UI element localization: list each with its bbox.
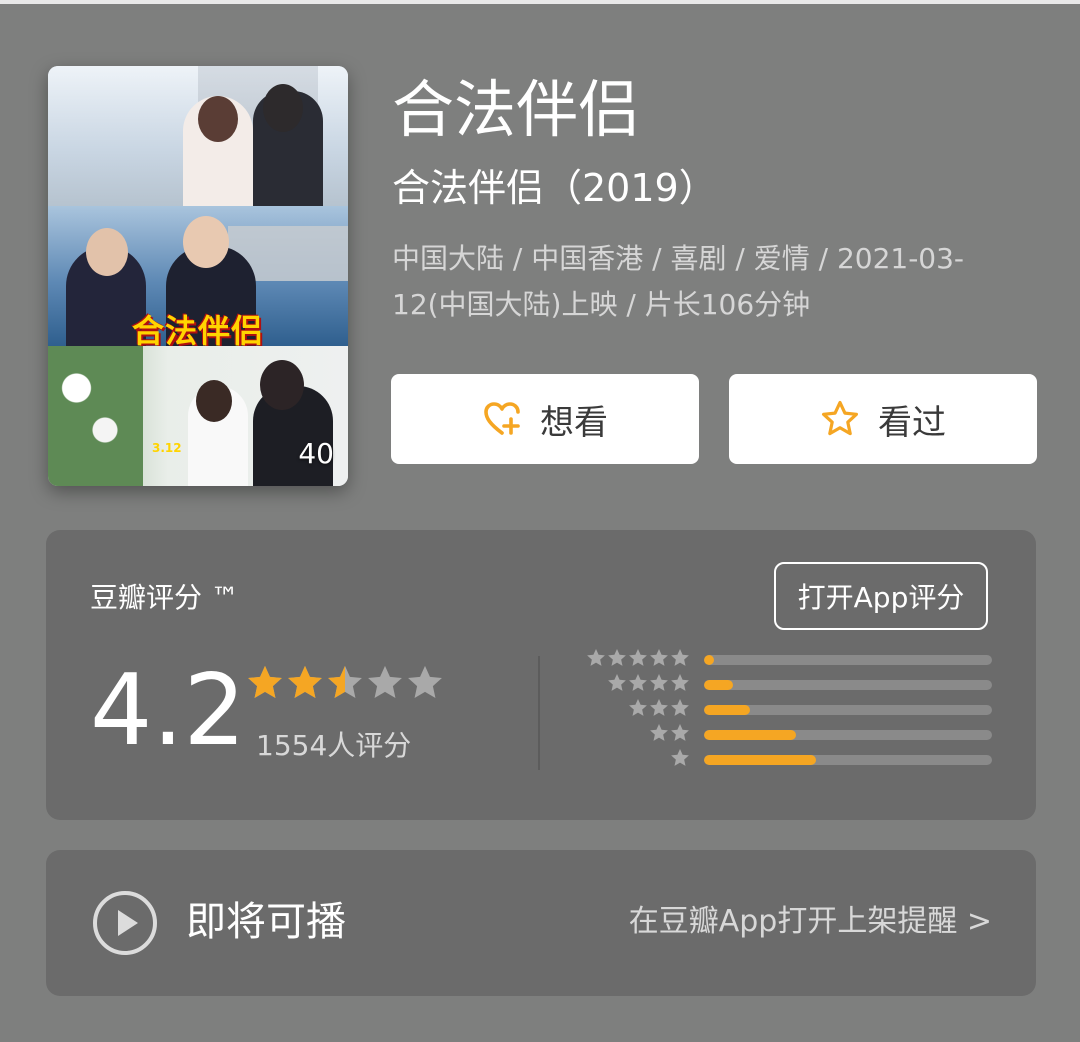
figure-head	[260, 360, 304, 410]
rating-dist-bar	[704, 705, 750, 715]
want-to-watch-button[interactable]: 想看	[391, 374, 699, 464]
figure-head	[196, 380, 232, 422]
watched-label: 看过	[878, 402, 946, 443]
rating-dist-row	[586, 748, 1006, 772]
availability-card[interactable]: 即将可播 在豆瓣App打开上架提醒 >	[46, 850, 1036, 996]
rating-star-icon	[288, 665, 322, 699]
rating-dist-bar	[704, 655, 714, 665]
top-edge	[0, 0, 1080, 4]
rating-votes: 1554人评分	[256, 729, 412, 762]
rating-star-icon	[328, 665, 362, 699]
movie-title: 合法伴侣	[392, 73, 641, 146]
small-star-icon	[650, 674, 668, 691]
rating-dist-row	[586, 698, 1006, 722]
rating-dist-stars	[586, 723, 690, 743]
rating-dist-track	[704, 680, 992, 690]
rating-dist-track	[704, 705, 992, 715]
small-star-icon	[650, 649, 668, 666]
figure-head	[86, 228, 128, 276]
heart-plus-icon	[482, 399, 522, 439]
poster-date: 3.12	[152, 441, 182, 455]
small-star-icon	[629, 674, 647, 691]
small-star-icon	[671, 674, 689, 691]
star-outline-icon	[820, 399, 860, 439]
divider	[538, 656, 540, 770]
play-circle-icon	[92, 890, 158, 956]
small-star-icon	[671, 724, 689, 741]
rating-star-icon	[368, 665, 402, 699]
figure-head	[183, 216, 229, 268]
rating-dist-row	[586, 648, 1006, 672]
small-star-icon	[650, 724, 668, 741]
rating-brand: 豆瓣评分 ™	[90, 581, 239, 614]
rating-dist-bar	[704, 680, 733, 690]
rating-score: 4.2	[90, 654, 246, 768]
rating-dist-track	[704, 730, 992, 740]
small-star-icon	[671, 649, 689, 666]
availability-reminder-link[interactable]: 在豆瓣App打开上架提醒 >	[629, 902, 992, 942]
small-star-icon	[671, 749, 689, 766]
availability-label: 即将可播	[186, 899, 346, 945]
rating-dist-stars	[586, 698, 690, 718]
rating-dist-stars	[586, 648, 690, 668]
rating-dist-bar	[704, 730, 796, 740]
poster-panel-top	[48, 66, 348, 206]
rating-dist-stars	[586, 748, 690, 768]
open-app-rate-button[interactable]: 打开App评分	[774, 562, 988, 630]
small-star-icon	[608, 674, 626, 691]
rating-dist-row	[586, 673, 1006, 697]
small-star-icon	[608, 649, 626, 666]
rating-stars	[246, 664, 444, 702]
small-star-icon	[629, 649, 647, 666]
watched-button[interactable]: 看过	[729, 374, 1037, 464]
small-star-icon	[650, 699, 668, 716]
flowers-shape	[48, 346, 143, 486]
rating-dist-stars	[586, 673, 690, 693]
rating-dist-track	[704, 755, 992, 765]
rating-card: 豆瓣评分 ™ 打开App评分 4.2 1554人评分	[46, 530, 1036, 820]
rating-star-icon	[408, 665, 442, 699]
rating-dist-bar	[704, 755, 816, 765]
figure-head	[198, 96, 238, 142]
rating-dist-row	[586, 723, 1006, 747]
want-to-watch-label: 想看	[540, 402, 608, 443]
small-star-icon	[629, 699, 647, 716]
small-star-icon	[587, 649, 605, 666]
movie-original-title: 合法伴侣（2019）	[392, 166, 717, 210]
rating-star-icon	[248, 665, 282, 699]
rating-dist-track	[704, 655, 992, 665]
movie-poster[interactable]: 合法伴侣 3.12 40	[48, 66, 348, 486]
movie-meta: 中国大陆 / 中国香港 / 喜剧 / 爱情 / 2021-03-12(中国大陆)…	[392, 242, 965, 321]
figure-head	[263, 84, 303, 132]
poster-panel-middle: 合法伴侣	[48, 206, 348, 350]
poster-photo-count: 40	[298, 437, 334, 470]
small-star-icon	[671, 699, 689, 716]
